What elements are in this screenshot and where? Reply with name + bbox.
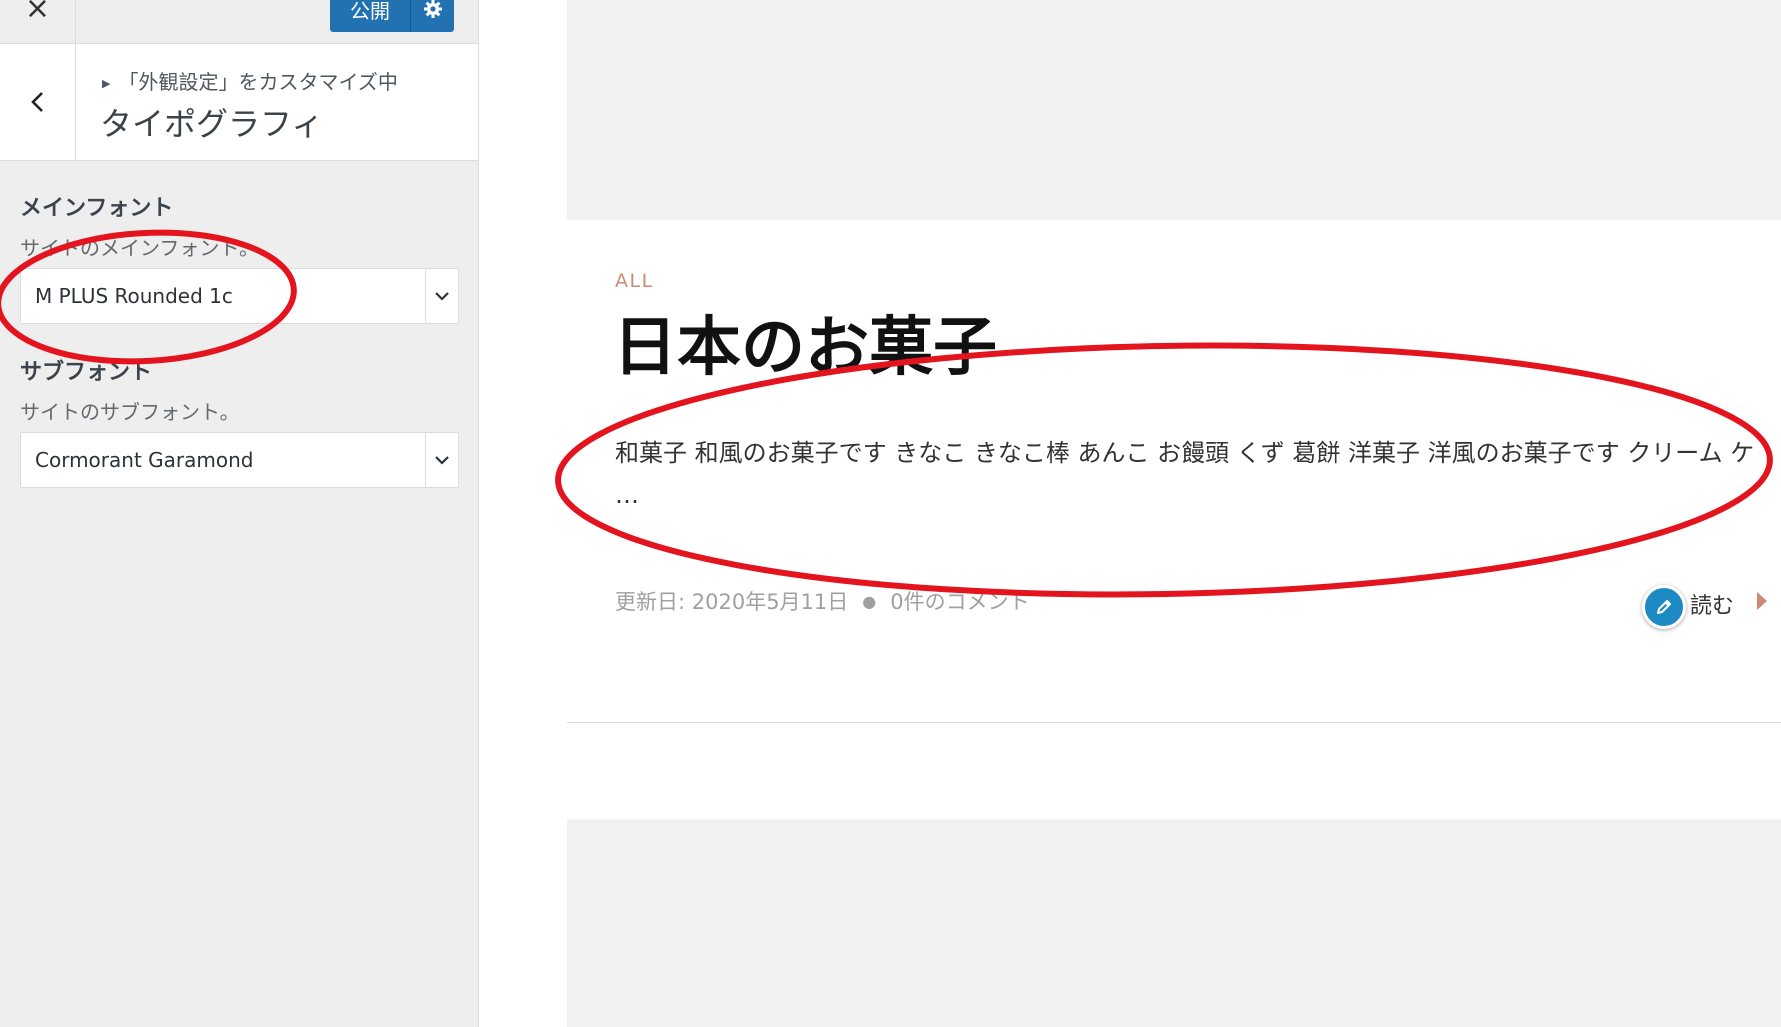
close-button[interactable]: × [0, 0, 76, 43]
sub-font-dropdown-toggle[interactable] [425, 433, 458, 487]
main-font-dropdown-toggle[interactable] [425, 269, 458, 323]
chevron-down-icon [435, 292, 449, 301]
post-category[interactable]: ALL [615, 270, 654, 292]
sub-font-selected-value: Cormorant Garamond [35, 448, 254, 472]
customizer-sidebar: × 公開 ▶ 「外観設定」をカスタマイズ中 タイポグラフィ メインフォント サイ… [0, 0, 479, 1027]
section-header: ▶ 「外観設定」をカスタマイズ中 タイポグラフィ [0, 44, 478, 161]
post-comment-count[interactable]: 0件のコメント [890, 590, 1029, 614]
customizer-topbar: × 公開 [0, 0, 478, 44]
post-title[interactable]: 日本のお菓子 [613, 312, 997, 384]
read-more-link[interactable]: 読む [1690, 588, 1734, 620]
breadcrumb-arrow-icon: ▶ [102, 77, 111, 90]
publish-settings-button[interactable] [411, 0, 454, 19]
section-title: タイポグラフィ [100, 105, 324, 143]
post-excerpt: 和菓子 和風のお菓子です きなこ きなこ棒 あんこ お饅頭 くず 葛餅 洋菓子 … [615, 439, 1755, 509]
edit-shortcut-button[interactable] [1642, 585, 1686, 629]
main-font-selected-value: M PLUS Rounded 1c [35, 284, 233, 308]
sub-font-description: サイトのサブフォント。 [20, 400, 240, 424]
sub-font-select[interactable]: Cormorant Garamond [20, 432, 459, 488]
chevron-left-icon [30, 92, 43, 112]
triangle-right-icon [1757, 592, 1767, 610]
main-font-label: メインフォント [20, 196, 174, 221]
preview-header-area [567, 0, 1781, 220]
main-font-description: サイトのメインフォント。 [20, 236, 259, 260]
publish-button-group: 公開 [330, 0, 454, 32]
pencil-icon [1657, 600, 1671, 614]
main-font-select[interactable]: M PLUS Rounded 1c [20, 268, 459, 324]
breadcrumb: ▶ 「外観設定」をカスタマイズ中 [102, 66, 398, 95]
preview-next-post-area [567, 819, 1781, 1027]
meta-separator: ● [862, 592, 877, 611]
publish-button[interactable]: 公開 [330, 0, 410, 24]
gear-icon [423, 0, 442, 18]
post-updated-date: 更新日: 2020年5月11日 [615, 590, 849, 614]
breadcrumb-text: 「外観設定」をカスタマイズ中 [118, 70, 398, 94]
post-divider [567, 722, 1781, 723]
back-button[interactable] [0, 44, 76, 160]
sub-font-label: サブフォント [20, 360, 153, 385]
post-meta: 更新日: 2020年5月11日 ● 0件のコメント [615, 586, 1030, 616]
chevron-down-icon [435, 456, 449, 465]
close-icon: × [24, 0, 51, 26]
